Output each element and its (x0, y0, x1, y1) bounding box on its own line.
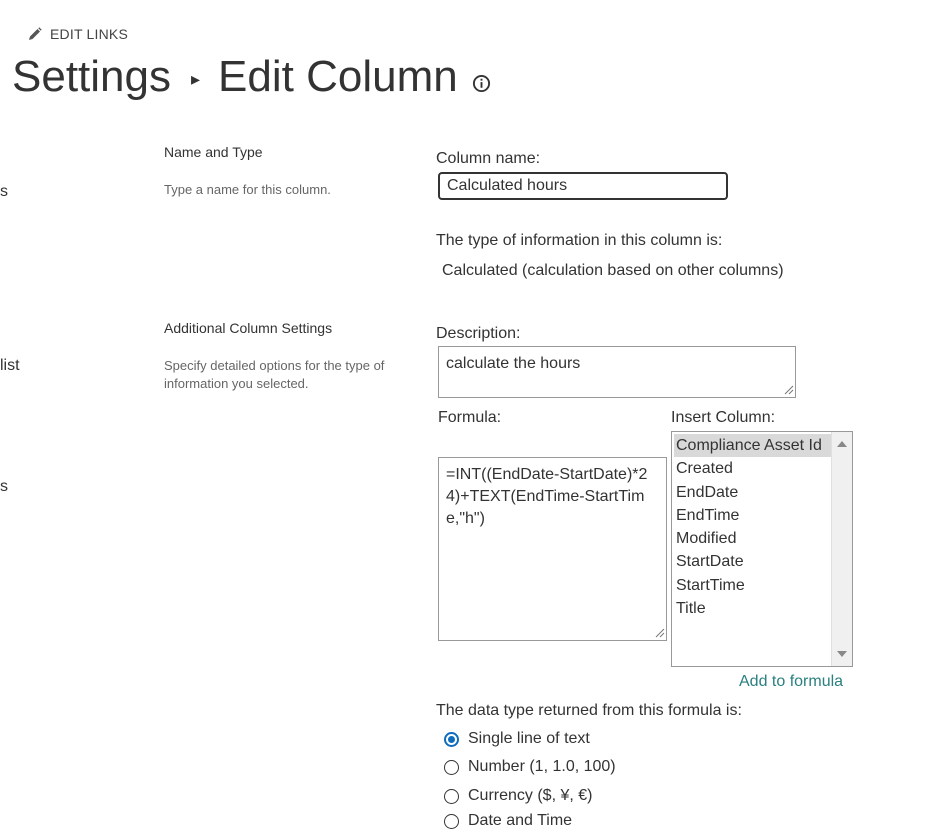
add-to-formula-link[interactable]: Add to formula (739, 673, 843, 691)
radio-label: Single line of text (468, 730, 590, 747)
return-type-label: The data type returned from this formula… (436, 702, 742, 719)
list-item[interactable]: StartTime (674, 574, 832, 597)
insert-column-label: Insert Column: (671, 409, 776, 426)
section-additional-title: Additional Column Settings (164, 320, 333, 336)
radio-single-line-text[interactable]: Single line of text (444, 730, 590, 748)
resize-grip-icon[interactable] (655, 628, 665, 638)
left-nav-item[interactable]: s (0, 478, 8, 496)
left-nav-item[interactable]: list (0, 357, 20, 375)
insert-column-listbox[interactable]: Compliance Asset Id Created EndDate EndT… (671, 431, 853, 667)
breadcrumb: Settings ▸ Edit Column (12, 52, 491, 102)
scroll-down-icon[interactable] (837, 651, 847, 657)
scroll-up-icon[interactable] (837, 441, 847, 447)
section-name-type-title: Name and Type (164, 144, 263, 160)
formula-label: Formula: (438, 409, 502, 426)
edit-links-label: EDIT LINKS (50, 26, 128, 42)
radio-number[interactable]: Number (1, 1.0, 100) (444, 758, 616, 776)
list-item[interactable]: EndDate (674, 481, 832, 504)
list-item[interactable]: EndTime (674, 504, 832, 527)
listbox-scrollbar[interactable] (831, 432, 852, 666)
radio-label: Number (1, 1.0, 100) (468, 758, 616, 775)
description-label: Description: (436, 325, 521, 342)
info-icon[interactable] (472, 74, 491, 93)
list-item[interactable]: Compliance Asset Id (674, 434, 832, 458)
list-item[interactable]: Modified (674, 527, 832, 550)
section-name-type-description: Type a name for this column. (164, 182, 331, 197)
column-name-input[interactable]: Calculated hours (438, 172, 728, 200)
breadcrumb-settings-link[interactable]: Settings (12, 52, 171, 102)
section-additional-description: Specify detailed options for the type of… (164, 358, 385, 391)
list-item[interactable]: StartDate (674, 550, 832, 573)
list-item[interactable]: Title (674, 597, 832, 620)
resize-grip-icon[interactable] (784, 385, 794, 395)
type-info-label: The type of information in this column i… (436, 232, 723, 249)
radio-label: Currency ($, ¥, €) (468, 787, 593, 804)
radio-label: Date and Time (468, 812, 573, 829)
list-item[interactable]: Created (674, 457, 832, 480)
formula-textarea[interactable]: =INT((EndDate-StartDate)*24)+TEXT(EndTim… (438, 457, 667, 641)
left-nav-item[interactable]: s (0, 183, 8, 201)
radio-date-time[interactable]: Date and Time (444, 812, 572, 830)
radio-icon[interactable] (444, 813, 459, 829)
edit-links-button[interactable]: EDIT LINKS (28, 26, 128, 42)
pencil-icon (29, 27, 42, 40)
column-name-label: Column name: (436, 150, 541, 167)
description-textarea[interactable]: calculate the hours (438, 346, 796, 398)
radio-icon[interactable] (444, 788, 459, 804)
radio-icon[interactable] (444, 759, 459, 775)
radio-currency[interactable]: Currency ($, ¥, €) (444, 787, 592, 805)
radio-checked-icon[interactable] (444, 731, 459, 747)
type-value: Calculated (calculation based on other c… (442, 262, 784, 279)
page-title: Edit Column (218, 52, 458, 101)
breadcrumb-separator-icon: ▸ (190, 68, 201, 89)
